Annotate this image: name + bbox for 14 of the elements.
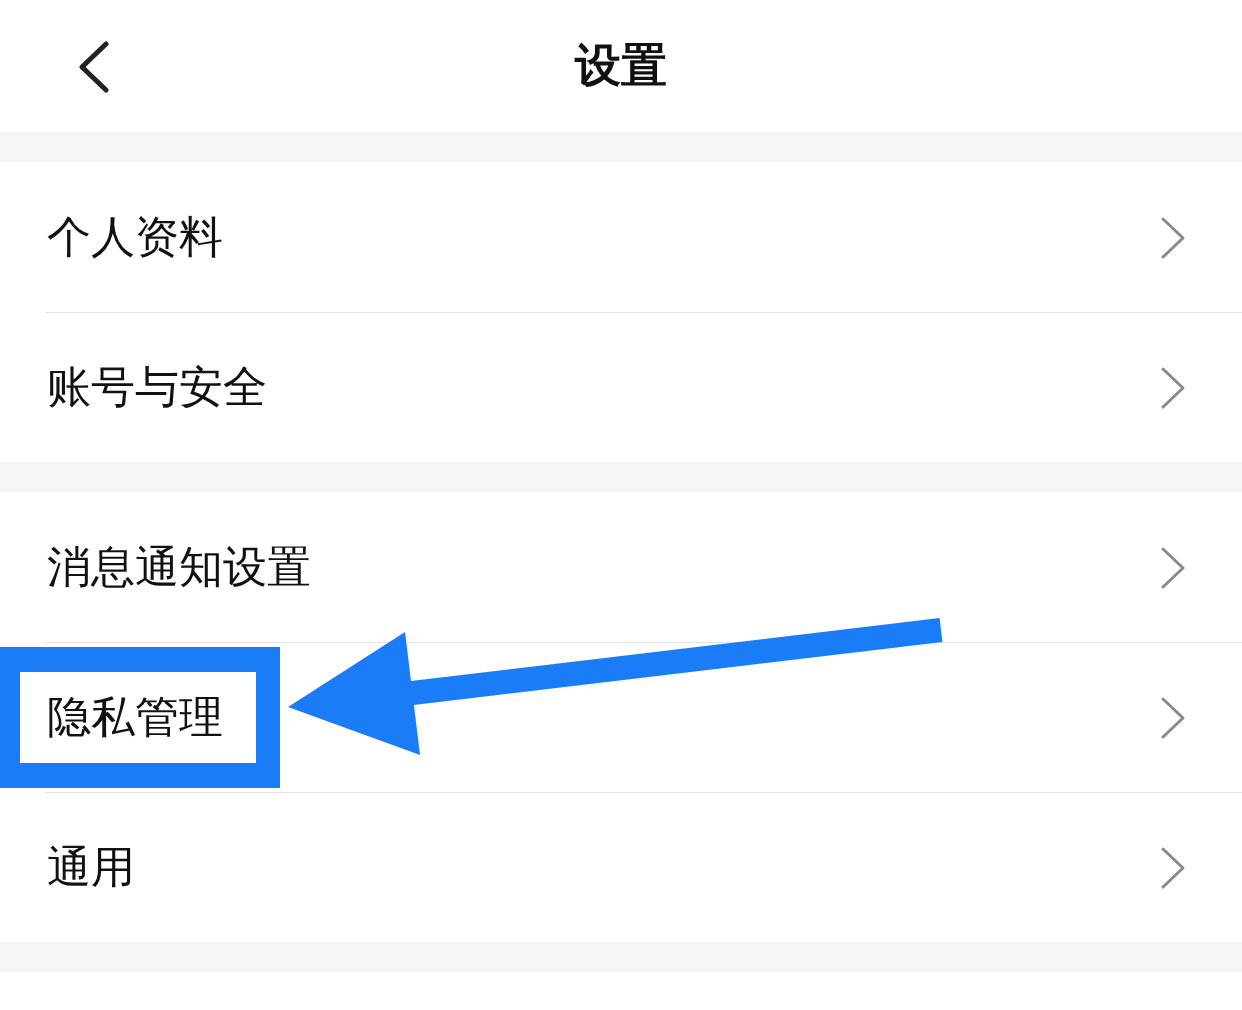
chevron-right-icon bbox=[1161, 846, 1185, 889]
row-label: 个人资料 bbox=[47, 211, 223, 264]
page-title: 设置 bbox=[575, 38, 667, 94]
chevron-right-icon bbox=[1161, 696, 1185, 739]
settings-row[interactable]: 个人资料 bbox=[0, 162, 1242, 312]
back-chevron-icon bbox=[78, 41, 110, 93]
settings-row[interactable]: 消息通知设置 bbox=[0, 492, 1242, 642]
row-label: 消息通知设置 bbox=[47, 541, 311, 594]
row-label: 账号与安全 bbox=[47, 361, 267, 414]
chevron-right-icon bbox=[1161, 216, 1185, 259]
row-label: 通用 bbox=[47, 841, 135, 894]
chevron-right-icon bbox=[1161, 366, 1185, 409]
row-label: 隐私管理 bbox=[47, 691, 223, 744]
chevron-right-icon bbox=[1161, 546, 1185, 589]
